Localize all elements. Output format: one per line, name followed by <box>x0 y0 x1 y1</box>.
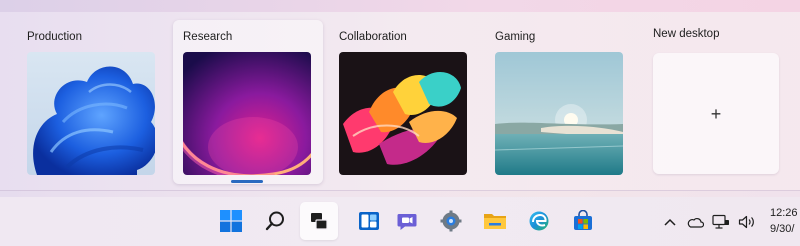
desktop-thumbnail-production[interactable] <box>27 52 155 175</box>
search-button[interactable] <box>256 202 294 240</box>
chevron-up-icon <box>664 218 676 226</box>
new-desktop-button[interactable]: + <box>653 53 779 174</box>
clock-button[interactable]: 12:26 9/30/ <box>770 205 798 237</box>
desktop-gaming[interactable]: Gaming <box>485 20 631 184</box>
plus-icon: + <box>710 103 722 124</box>
onedrive-icon <box>687 217 704 228</box>
task-view-panel: Production Research Collaboration Gaming… <box>0 12 800 191</box>
desktop-research[interactable]: Research <box>173 20 323 184</box>
task-view-icon <box>311 213 328 230</box>
desktop-thumbnail-research[interactable] <box>183 52 311 175</box>
edge-button[interactable] <box>520 202 558 240</box>
task-view-button[interactable] <box>300 202 338 240</box>
show-hidden-icons-button[interactable] <box>660 197 680 246</box>
desktop-collaboration[interactable]: Collaboration <box>329 20 475 184</box>
widgets-icon <box>359 212 379 230</box>
widgets-button[interactable] <box>350 202 388 240</box>
windows-logo-icon <box>220 210 242 232</box>
file-explorer-button[interactable] <box>476 202 514 240</box>
new-desktop-label: New desktop <box>653 28 720 40</box>
store-button[interactable] <box>564 202 602 240</box>
desktop-label: Collaboration <box>339 31 407 43</box>
desktop-thumbnail-collaboration[interactable] <box>339 52 467 175</box>
magnifier-icon <box>265 211 284 231</box>
clock-date: 9/30/ <box>770 223 795 235</box>
network-button[interactable] <box>710 197 732 246</box>
desktop-label: Research <box>183 31 233 43</box>
folder-icon <box>484 214 506 229</box>
window-top-strip <box>0 0 800 12</box>
desktop-label: Gaming <box>495 31 536 43</box>
gear-icon <box>440 210 462 232</box>
edge-icon <box>529 211 549 231</box>
volume-button[interactable] <box>736 197 758 246</box>
volume-icon <box>738 215 754 228</box>
taskbar: 12:26 9/30/ <box>0 197 800 246</box>
desktop-label: Production <box>27 31 82 43</box>
network-icon <box>712 214 729 229</box>
active-desktop-indicator <box>231 180 263 183</box>
desktop-thumbnail-gaming[interactable] <box>495 52 623 175</box>
teams-chat-icon <box>397 214 417 230</box>
desktop-production[interactable]: Production <box>17 20 163 184</box>
start-button[interactable] <box>212 202 250 240</box>
onedrive-button[interactable] <box>684 197 706 246</box>
settings-button[interactable] <box>432 202 470 240</box>
store-icon <box>574 210 592 230</box>
chat-button[interactable] <box>388 202 426 240</box>
clock-time: 12:26 <box>770 207 798 219</box>
